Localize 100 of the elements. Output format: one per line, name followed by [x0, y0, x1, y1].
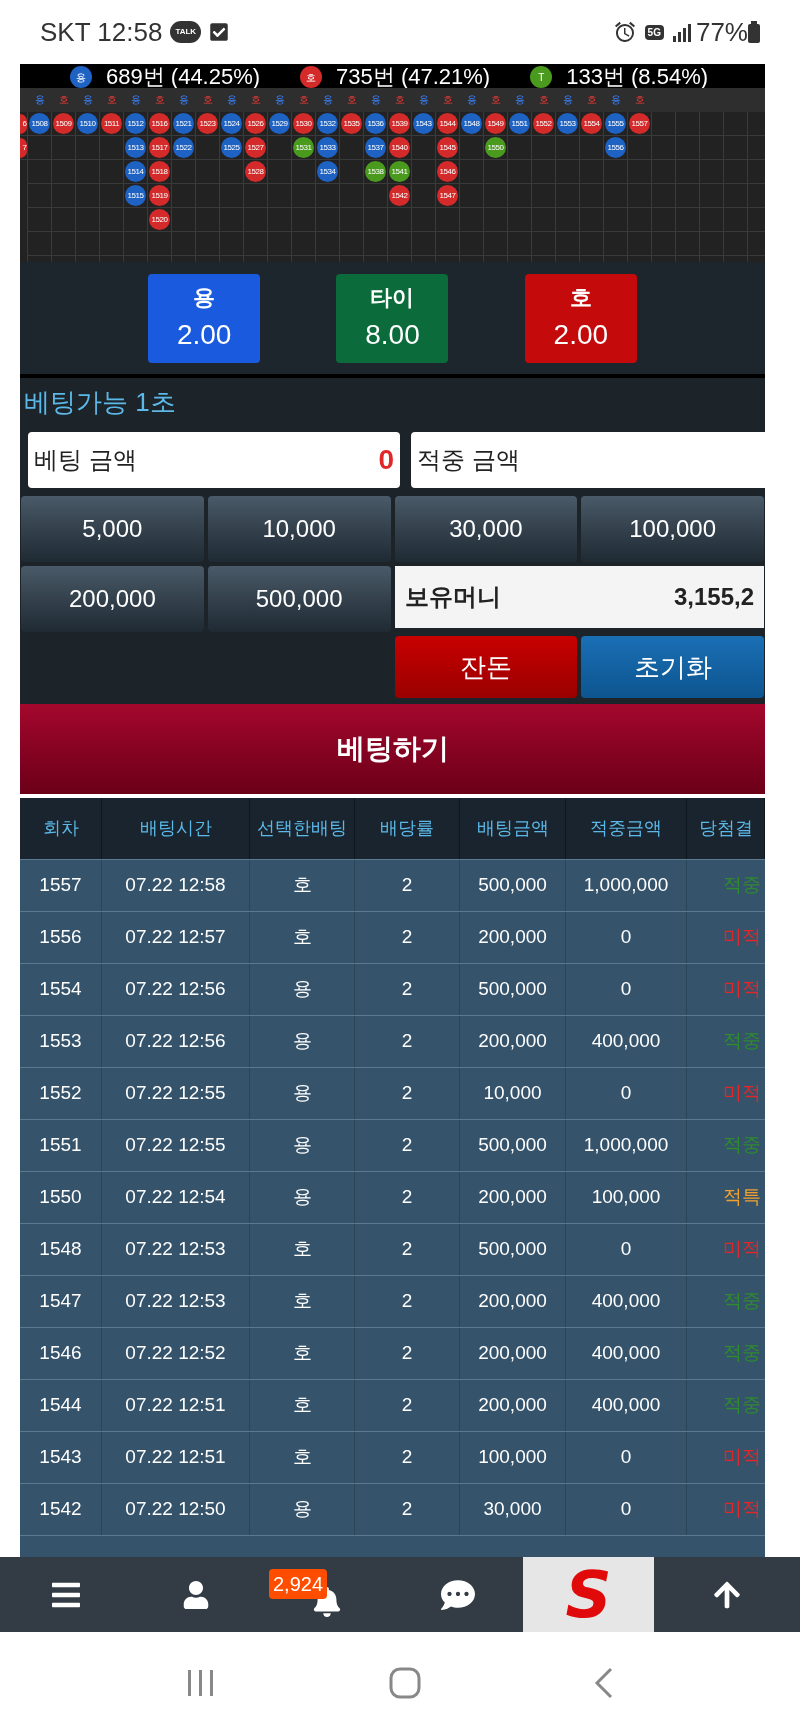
table-cell: 2: [355, 1484, 460, 1535]
amount-field[interactable]: 베팅 금액 0: [28, 432, 400, 488]
result-cell-text: 적중: [722, 873, 762, 897]
chip-button[interactable]: 200,000: [21, 566, 204, 632]
table-cell: 400,000: [566, 1380, 687, 1431]
bet-button[interactable]: 베팅하기: [20, 704, 765, 794]
result-bead: 1554: [581, 113, 602, 134]
result-bead: 1539: [389, 113, 410, 134]
table-cell: 07.22 12:53: [102, 1224, 250, 1275]
result-bead: 1515: [125, 185, 146, 206]
road-header-label: 호: [346, 93, 358, 107]
column-header: 배팅금액: [460, 798, 566, 859]
result-bead: 1520: [149, 209, 170, 230]
table-cell: 2: [355, 860, 460, 911]
column-header: 배당률: [355, 798, 460, 859]
result-bead: 1548: [461, 113, 482, 134]
road-header-label: 호: [586, 93, 598, 107]
result-bead: 1534: [317, 161, 338, 182]
table-cell: 호: [250, 1328, 355, 1379]
road-header-label: 호: [250, 93, 262, 107]
table-cell: 07.22 12:56: [102, 1016, 250, 1067]
chat-icon[interactable]: [440, 1577, 475, 1612]
table-cell: 2: [355, 1432, 460, 1483]
table-cell: 07.22 12:57: [102, 912, 250, 963]
road-header-label: 호: [154, 93, 166, 107]
result-bead: 1531: [293, 137, 314, 158]
road-header-label: 용: [562, 93, 574, 107]
odds-button[interactable]: 타이 8.00: [336, 273, 449, 363]
table-cell: 1556: [20, 912, 102, 963]
result-bead: 1525: [221, 137, 242, 158]
table-cell: 200,000: [460, 1172, 566, 1223]
table-cell: 2: [355, 1328, 460, 1379]
result-cell-text: 적중: [722, 1393, 762, 1417]
result-bead: 1517: [149, 137, 170, 158]
table-cell: 07.22 12:52: [102, 1328, 250, 1379]
result-cell-text: 적중: [722, 1029, 762, 1053]
table-cell: 1548: [20, 1224, 102, 1275]
table-cell: 1544: [20, 1380, 102, 1431]
result-bead: 1526: [245, 113, 266, 134]
table-cell: 1546: [20, 1328, 102, 1379]
result-bead: 1540: [389, 137, 410, 158]
table-cell: 400,000: [566, 1328, 687, 1379]
result-cell-text: 적중: [722, 1289, 762, 1313]
table-cell: 2: [355, 1380, 460, 1431]
road-header-label: 용: [514, 93, 526, 107]
chip-button[interactable]: 10,000: [207, 496, 391, 562]
table-cell: 1542: [20, 1484, 102, 1535]
stat-count: 133번 (8.54%): [566, 66, 709, 88]
result-cell-text: 미적: [722, 1237, 762, 1261]
table-cell: 0: [566, 1432, 687, 1483]
table-cell: 0: [566, 1068, 687, 1119]
home-icon[interactable]: [389, 1667, 421, 1699]
action-button[interactable]: 잔돈: [394, 636, 578, 698]
road-header-label: 용: [466, 93, 478, 107]
table-cell: 400,000: [566, 1276, 687, 1327]
road-header-label: 용: [274, 93, 286, 107]
result-cell-text: 미적: [722, 1497, 762, 1521]
road-header-label: 용: [178, 93, 190, 107]
result-bead: 1519: [149, 185, 170, 206]
chip-button[interactable]: 100,000: [581, 496, 764, 562]
road-header-label: 호: [538, 93, 550, 107]
road-header-label: 호: [490, 93, 502, 107]
chip-button[interactable]: 5,000: [21, 496, 204, 562]
table-cell: 용: [250, 1120, 355, 1171]
result-bead: 1547: [437, 185, 458, 206]
table-cell: 0: [566, 964, 687, 1015]
table-cell: 0: [566, 912, 687, 963]
column-header: 회차: [20, 798, 102, 859]
chip-button[interactable]: 30,000: [394, 496, 578, 562]
table-cell: 200,000: [460, 1328, 566, 1379]
result-bead: 1550: [485, 137, 506, 158]
result-bead: 1508: [29, 113, 50, 134]
user-icon[interactable]: [182, 1580, 210, 1609]
odds-button[interactable]: 용 2.00: [148, 273, 261, 363]
road-header-label: 호: [298, 93, 310, 107]
action-button[interactable]: 초기화: [581, 636, 764, 698]
table-cell: 2: [355, 1276, 460, 1327]
table-cell: 200,000: [460, 1380, 566, 1431]
result-bead: 1514: [125, 161, 146, 182]
table-cell: 2: [355, 1120, 460, 1171]
odds-button[interactable]: 호 2.00: [524, 273, 637, 363]
back-icon[interactable]: [593, 1667, 614, 1699]
table-cell: 1547: [20, 1276, 102, 1327]
table-cell: 0: [566, 1484, 687, 1535]
result-bead: 1524: [221, 113, 242, 134]
result-bead: 1513: [125, 137, 146, 158]
table-cell: 100,000: [566, 1172, 687, 1223]
result-bead: 1538: [365, 161, 386, 182]
result-bead: 6: [20, 113, 27, 134]
road-header-label: 용: [370, 93, 382, 107]
scroll-top-icon[interactable]: [712, 1579, 742, 1610]
table-cell: 07.22 12:55: [102, 1068, 250, 1119]
result-cell-text: 미적: [722, 925, 762, 949]
amount-field[interactable]: 적중 금액: [411, 432, 765, 488]
result-bead: 1543: [413, 113, 434, 134]
road-header-label: 용: [82, 93, 94, 107]
result-bead: 7: [20, 137, 27, 158]
chip-button[interactable]: 500,000: [207, 566, 391, 632]
result-bead: 1533: [317, 137, 338, 158]
result-bead: 1511: [101, 113, 122, 134]
